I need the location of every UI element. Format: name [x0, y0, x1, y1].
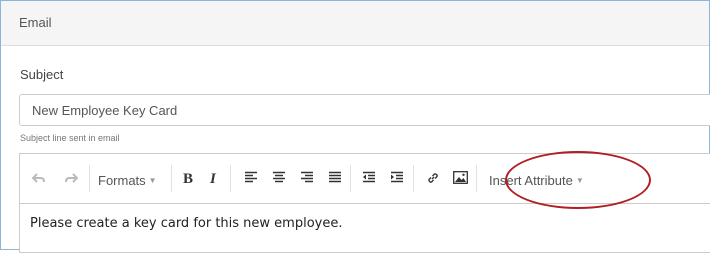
formats-label: Formats	[98, 173, 146, 188]
toolbar-separator	[230, 165, 231, 192]
chevron-down-icon: ▼	[148, 176, 157, 185]
subject-input[interactable]: New Employee Key Card	[19, 94, 710, 126]
align-left-icon[interactable]	[244, 171, 258, 184]
link-icon[interactable]	[426, 171, 440, 185]
subject-input-value[interactable]: New Employee Key Card	[32, 103, 177, 118]
italic-button[interactable]: I	[210, 171, 216, 187]
subject-help-text: Subject line sent in email	[20, 133, 120, 143]
editor-toolbar: Formats ▼ B I Insert Attribute ▼	[20, 154, 710, 204]
align-justify-icon[interactable]	[328, 171, 342, 184]
toolbar-separator	[476, 165, 477, 192]
align-right-icon[interactable]	[300, 171, 314, 184]
image-icon[interactable]	[453, 171, 468, 184]
bold-button[interactable]: B	[183, 171, 193, 187]
toolbar-separator	[171, 165, 172, 192]
insert-attribute-label: Insert Attribute	[489, 173, 573, 188]
toolbar-separator	[350, 165, 351, 192]
chevron-down-icon: ▼	[575, 176, 584, 185]
toolbar-separator	[89, 165, 90, 192]
redo-icon[interactable]	[64, 171, 78, 185]
undo-icon[interactable]	[32, 171, 46, 185]
outdent-icon[interactable]	[362, 171, 376, 184]
formats-dropdown[interactable]: Formats ▼	[98, 172, 157, 189]
toolbar-separator	[413, 165, 414, 192]
subject-label: Subject	[20, 67, 64, 82]
insert-attribute-dropdown[interactable]: Insert Attribute ▼	[489, 172, 584, 189]
indent-icon[interactable]	[390, 171, 404, 184]
editor-content[interactable]: Please create a key card for this new em…	[30, 216, 342, 231]
align-center-icon[interactable]	[272, 171, 286, 184]
panel-title: Email	[19, 15, 52, 30]
rich-text-editor[interactable]: Formats ▼ B I Insert Attribute ▼ Please …	[19, 153, 710, 253]
panel-header: Email	[1, 1, 709, 46]
